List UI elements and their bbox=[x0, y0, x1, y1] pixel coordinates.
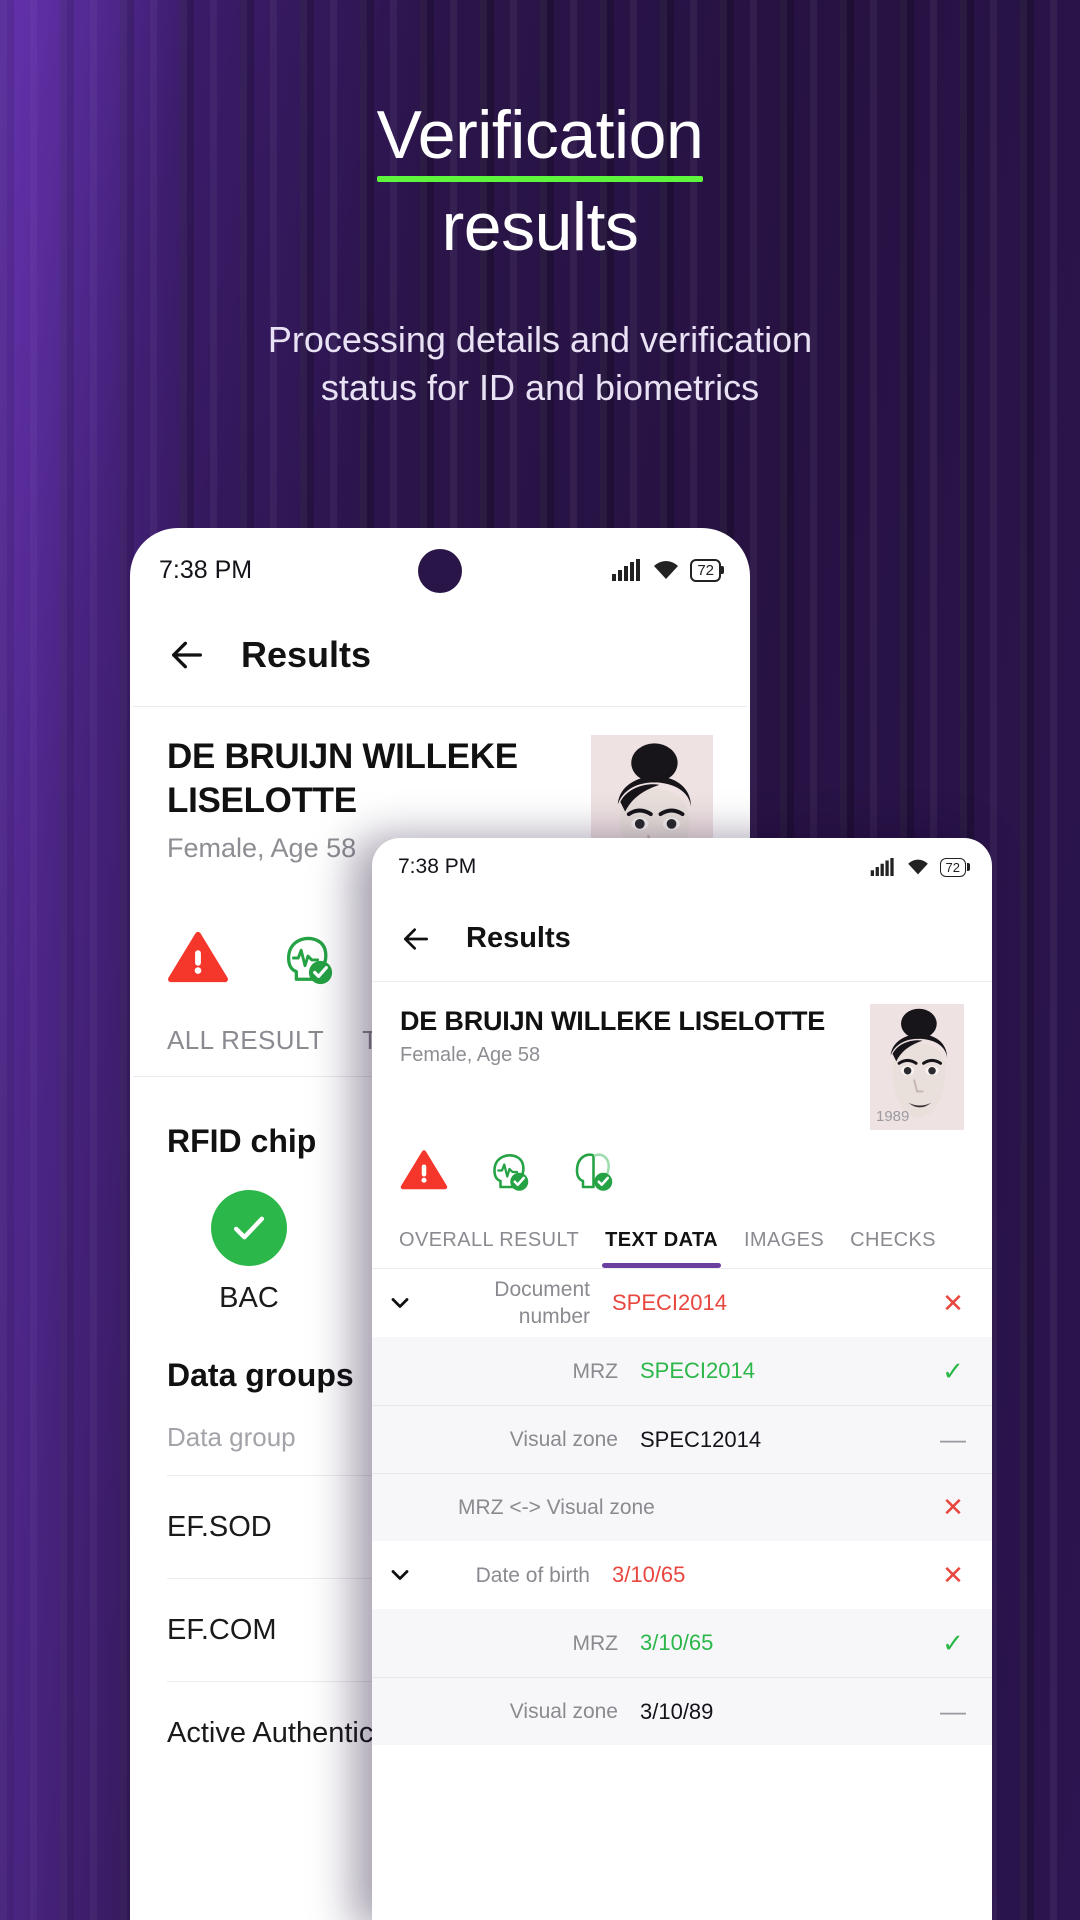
text-data-row-visual-zone: Visual zone SPEC12014 — bbox=[372, 1405, 992, 1473]
warning-triangle-icon bbox=[400, 1150, 448, 1190]
row-value: SPEC12014 bbox=[640, 1426, 762, 1452]
check-icon bbox=[233, 1216, 265, 1240]
liveness-face-icon bbox=[286, 936, 333, 985]
camera-punch-hole bbox=[418, 549, 462, 593]
app-bar-title: Results bbox=[466, 922, 571, 954]
row-label: Date of birth bbox=[475, 1563, 590, 1587]
rfid-chip-bac: BAC bbox=[167, 1190, 331, 1315]
hero-subtitle-line2: status for ID and biometrics bbox=[320, 367, 760, 408]
cross-icon: ✕ bbox=[942, 1559, 964, 1590]
app-bar-back: Results bbox=[133, 603, 747, 707]
page-title: Verification results bbox=[0, 96, 1080, 266]
cross-icon: ✕ bbox=[942, 1492, 964, 1522]
person-name: DE BRUIJN WILLEKE LISELOTTE bbox=[400, 1006, 826, 1036]
tab-checks[interactable]: CHECKS bbox=[837, 1229, 949, 1268]
hero-underline bbox=[376, 176, 704, 182]
check-circle-icon bbox=[211, 1190, 287, 1266]
text-data-row-document-number[interactable]: Document number SPECI2014 ✕ bbox=[372, 1269, 992, 1337]
row-label: MRZ bbox=[572, 1359, 619, 1383]
hero-title-line1: Verification bbox=[376, 97, 704, 173]
face-match-icon bbox=[575, 1153, 613, 1191]
tab-all-result[interactable]: ALL RESULT bbox=[167, 1025, 324, 1076]
person-name: DE BRUIJN WILLEKE LISELOTTE bbox=[167, 737, 518, 820]
hero-subtitle: Processing details and verification stat… bbox=[0, 316, 1080, 412]
hero-title-line2: results bbox=[441, 189, 639, 265]
row-label: MRZ bbox=[572, 1631, 619, 1655]
tab-overall-result[interactable]: OVERALL RESULT bbox=[386, 1229, 592, 1268]
status-bar-indicators: 72 bbox=[612, 558, 721, 582]
text-data-row-mrz: MRZ SPECI2014 ✓ bbox=[372, 1337, 992, 1405]
text-data-row-visual-zone-dob: Visual zone 3/10/89 — bbox=[372, 1677, 992, 1745]
verification-icons-front bbox=[372, 1130, 992, 1203]
wifi-icon bbox=[907, 859, 928, 875]
battery-icon: 72 bbox=[939, 857, 966, 877]
tab-images[interactable]: IMAGES bbox=[731, 1229, 837, 1268]
row-label: MRZ <-> Visual zone bbox=[458, 1496, 655, 1519]
back-arrow-icon[interactable] bbox=[400, 923, 432, 955]
check-icon: ✓ bbox=[942, 1627, 964, 1658]
chevron-down-icon[interactable] bbox=[386, 1289, 414, 1317]
phone-mockup-front: 7:38 PM 72 Results DE BRUIJN WILLEKE LIS… bbox=[372, 838, 992, 1920]
app-bar-title: Results bbox=[241, 633, 372, 675]
hero-section: Verification results Processing details … bbox=[0, 96, 1080, 412]
liveness-face-icon bbox=[493, 1154, 529, 1191]
battery-icon: 72 bbox=[690, 558, 721, 582]
cellular-signal-icon bbox=[612, 559, 641, 581]
row-label: Visual zone bbox=[509, 1700, 618, 1723]
tab-bar-front[interactable]: OVERALL RESULT TEXT DATA IMAGES CHECKS bbox=[372, 1203, 992, 1269]
row-value: SPECI2014 bbox=[612, 1290, 727, 1315]
row-label: Visual zone bbox=[509, 1428, 618, 1451]
row-value: 3/10/65 bbox=[612, 1562, 686, 1587]
rfid-chip-label: BAC bbox=[219, 1282, 279, 1314]
status-bar-back: 7:38 PM 72 bbox=[133, 531, 747, 603]
person-meta: Female, Age 58 bbox=[400, 1044, 541, 1066]
text-data-row-date-of-birth[interactable]: Date of birth 3/10/65 ✕ bbox=[372, 1541, 992, 1609]
row-value: 3/10/89 bbox=[640, 1698, 714, 1724]
dash-icon: — bbox=[940, 1424, 966, 1454]
status-bar-indicators: 72 bbox=[870, 857, 966, 877]
text-data-row-mrz-visual-zone: MRZ <-> Visual zone ✕ bbox=[372, 1473, 992, 1541]
check-icon: ✓ bbox=[942, 1355, 964, 1386]
cellular-signal-icon bbox=[870, 858, 894, 876]
row-value: 3/10/65 bbox=[640, 1630, 714, 1655]
status-bar-time: 7:38 PM bbox=[159, 555, 253, 584]
status-bar-time: 7:38 PM bbox=[398, 855, 477, 878]
hero-title-line1-wrap: Verification bbox=[376, 96, 704, 188]
row-value: SPECI2014 bbox=[640, 1358, 755, 1383]
hero-subtitle-line1: Processing details and verification bbox=[267, 319, 813, 360]
promo-screenshot: Verification results Processing details … bbox=[0, 0, 1080, 1920]
text-data-row-mrz-dob: MRZ 3/10/65 ✓ bbox=[372, 1609, 992, 1677]
tab-text-data[interactable]: TEXT DATA bbox=[592, 1229, 731, 1268]
person-summary-front: DE BRUIJN WILLEKE LISELOTTE Female, Age … bbox=[372, 982, 992, 1130]
portrait-year-label: 1989 bbox=[876, 1108, 910, 1125]
text-data-table: Document number SPECI2014 ✕ MRZ SPECI201… bbox=[372, 1269, 992, 1745]
warning-triangle-icon bbox=[168, 931, 228, 983]
app-bar-front: Results bbox=[372, 896, 992, 982]
chevron-down-icon[interactable] bbox=[386, 1561, 414, 1589]
cross-icon: ✕ bbox=[942, 1287, 964, 1318]
back-arrow-icon[interactable] bbox=[167, 635, 207, 675]
wifi-icon bbox=[654, 561, 679, 579]
row-label: Document number bbox=[494, 1278, 590, 1328]
status-bar-front: 7:38 PM 72 bbox=[372, 838, 992, 896]
portrait-photo: 1989 bbox=[870, 1004, 964, 1130]
dash-icon: — bbox=[940, 1696, 966, 1726]
